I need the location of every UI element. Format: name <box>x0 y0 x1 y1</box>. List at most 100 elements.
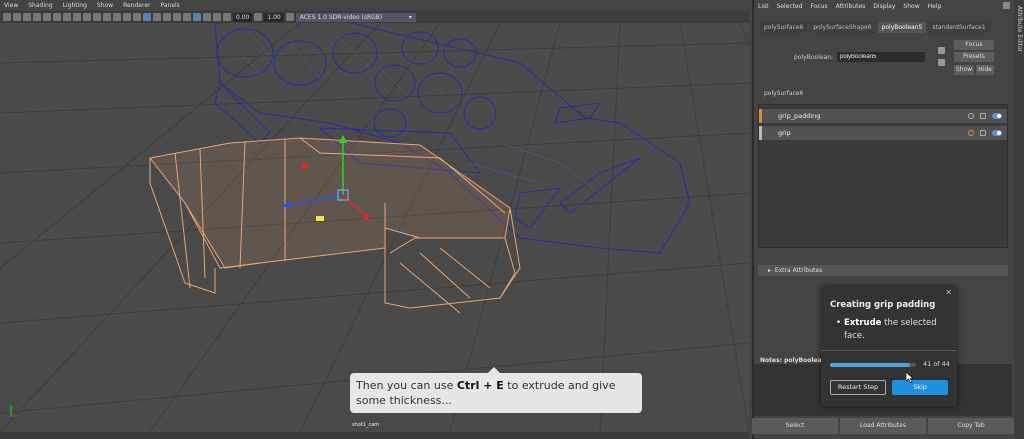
tab-polysurface6[interactable]: polySurface6 <box>760 22 808 33</box>
gamma-field[interactable]: 1.00 <box>264 12 284 22</box>
node-name-row: polyBoolean: <box>794 52 926 62</box>
extra-attributes-label: Extra Attributes <box>774 267 823 274</box>
layer-row-grip-padding[interactable]: grip_padding <box>759 109 1007 123</box>
skip-button[interactable]: Skip <box>892 380 948 395</box>
color-space-value: ACES 1.0 SDR-video (sRGB) <box>299 13 383 21</box>
isolate-select-icon[interactable] <box>183 13 191 21</box>
safe-action-icon[interactable] <box>63 13 71 21</box>
tab-standardsurface1[interactable]: standardSurface1 <box>928 22 990 33</box>
tutorial-step: Extrude the selected face. <box>836 317 952 343</box>
menu-show[interactable]: Show <box>97 2 113 9</box>
hint-prefix: Then you can use <box>356 379 457 392</box>
ae-menu-attributes[interactable]: Attributes <box>836 3 866 10</box>
card-divider <box>821 350 957 351</box>
visibility-toggle[interactable] <box>992 130 1002 136</box>
menu-lighting[interactable]: Lighting <box>63 2 87 9</box>
wireframe-icon[interactable] <box>83 13 91 21</box>
resolution-gate-icon[interactable] <box>53 13 61 21</box>
field-chart-icon[interactable] <box>73 13 81 21</box>
camera-icon[interactable] <box>3 13 11 21</box>
close-icon[interactable]: ✕ <box>945 288 952 297</box>
menu-panels[interactable]: Panels <box>160 2 179 9</box>
cube-icon[interactable] <box>980 113 986 119</box>
notes-label: Notes: polyBoolean <box>760 357 826 364</box>
bookmark-icon[interactable] <box>23 13 31 21</box>
section-title: polySurface6 <box>758 87 1006 99</box>
shadows-icon[interactable] <box>133 13 141 21</box>
ambient-occlusion-icon[interactable] <box>153 13 161 21</box>
menu-shading[interactable]: Shading <box>28 2 52 9</box>
backface-icon[interactable] <box>213 13 221 21</box>
operation-icon[interactable] <box>968 113 974 119</box>
ae-menu-show[interactable]: Show <box>903 3 919 10</box>
tab-polysurfaceshape6[interactable]: polySurfaceShape6 <box>809 22 876 33</box>
ae-menu-focus[interactable]: Focus <box>811 3 828 10</box>
node-name-field[interactable] <box>837 52 926 62</box>
cube-icon[interactable] <box>980 130 986 136</box>
layer-row-grip[interactable]: grip <box>759 126 1007 140</box>
output-connections-icon[interactable] <box>938 59 945 66</box>
ae-tab-bar: polySurface6 polySurfaceShape6 polyBoole… <box>760 22 990 33</box>
presets-button[interactable]: Presets <box>954 52 994 62</box>
mouse-cursor-icon <box>906 372 914 383</box>
select-button[interactable]: Select <box>752 418 838 434</box>
extra-attributes-header[interactable]: ▸ Extra Attributes <box>758 265 1008 276</box>
viewport-toolbar: 0.00 1.00 ACES 1.0 SDR-video (sRGB) ▾ <box>0 11 749 23</box>
attribute-editor-side-tab[interactable]: Attribute Editor <box>1014 0 1024 439</box>
tab-polyboolean5[interactable]: polyBoolean5 <box>877 22 927 33</box>
axis-indicator <box>6 405 19 419</box>
focus-button[interactable]: Focus <box>954 40 994 50</box>
viewport-scene[interactable] <box>0 23 749 432</box>
antialias-icon[interactable] <box>163 13 171 21</box>
camera-label: shot1_cam <box>352 422 380 428</box>
side-tab-label: Attribute Editor <box>1016 6 1023 53</box>
input-connections-icon[interactable] <box>938 47 945 54</box>
tutorial-title: Creating grip padding <box>830 300 936 310</box>
operation-icon[interactable] <box>968 130 974 136</box>
progress-fill <box>830 363 910 367</box>
ae-menu-list[interactable]: List <box>758 3 769 10</box>
viewport-bottom-strip <box>0 432 749 439</box>
color-space-dropdown[interactable]: ACES 1.0 SDR-video (sRGB) ▾ <box>295 12 416 22</box>
lights-icon[interactable] <box>123 13 131 21</box>
film-gate-icon[interactable] <box>43 13 51 21</box>
ae-menu-help[interactable]: Help <box>928 3 942 10</box>
ae-menu-display[interactable]: Display <box>873 3 895 10</box>
layer-name: grip_padding <box>778 112 821 120</box>
smooth-shade-icon[interactable] <box>93 13 101 21</box>
color-management-icon[interactable] <box>285 13 294 21</box>
pin-icon[interactable] <box>1003 2 1010 9</box>
viewport-menu-bar: View Shading Lighting Show Renderer Pane… <box>0 0 749 11</box>
attributes-icon[interactable] <box>13 13 21 21</box>
depth-of-field-icon[interactable] <box>173 13 181 21</box>
ae-menu-selected[interactable]: Selected <box>777 3 803 10</box>
menu-view[interactable]: View <box>4 2 18 9</box>
grip-wireframe <box>149 137 521 314</box>
copy-tab-button[interactable]: Copy Tab <box>928 418 1014 434</box>
node-name-label: polyBoolean: <box>794 53 834 61</box>
tutorial-progress-bar <box>830 363 916 367</box>
ae-bottom-bar: Select Load Attributes Copy Tab <box>752 418 1014 434</box>
xray-icon[interactable] <box>143 13 151 21</box>
exposure-field[interactable]: 0.00 <box>233 12 253 22</box>
tutorial-card: ✕ Creating grip padding Extrude the sele… <box>821 286 957 406</box>
hint-tooltip: Then you can use Ctrl + E to extrude and… <box>350 373 642 413</box>
show-button[interactable]: Show <box>954 65 974 75</box>
boolean-layers-list: grip_padding grip <box>758 104 1008 248</box>
hide-button[interactable]: Hide <box>976 65 994 75</box>
xray-active-icon[interactable] <box>203 13 211 21</box>
step-action: Extrude <box>844 318 882 328</box>
load-attributes-button[interactable]: Load Attributes <box>840 418 926 434</box>
layer-color-swatch <box>759 109 762 123</box>
menu-renderer[interactable]: Renderer <box>123 2 150 9</box>
wireframe-on-shaded-icon[interactable] <box>103 13 111 21</box>
visibility-toggle[interactable] <box>992 113 1002 119</box>
layer-color-swatch <box>759 126 762 140</box>
hint-shortcut: Ctrl + E <box>456 379 504 392</box>
chevron-down-icon: ▾ <box>408 13 412 21</box>
xray-joints-icon[interactable] <box>193 13 201 21</box>
layer-name: grip <box>778 129 791 137</box>
grid-icon[interactable] <box>33 13 41 21</box>
restart-step-button[interactable]: Restart Step <box>830 380 886 395</box>
textured-icon[interactable] <box>113 13 121 21</box>
